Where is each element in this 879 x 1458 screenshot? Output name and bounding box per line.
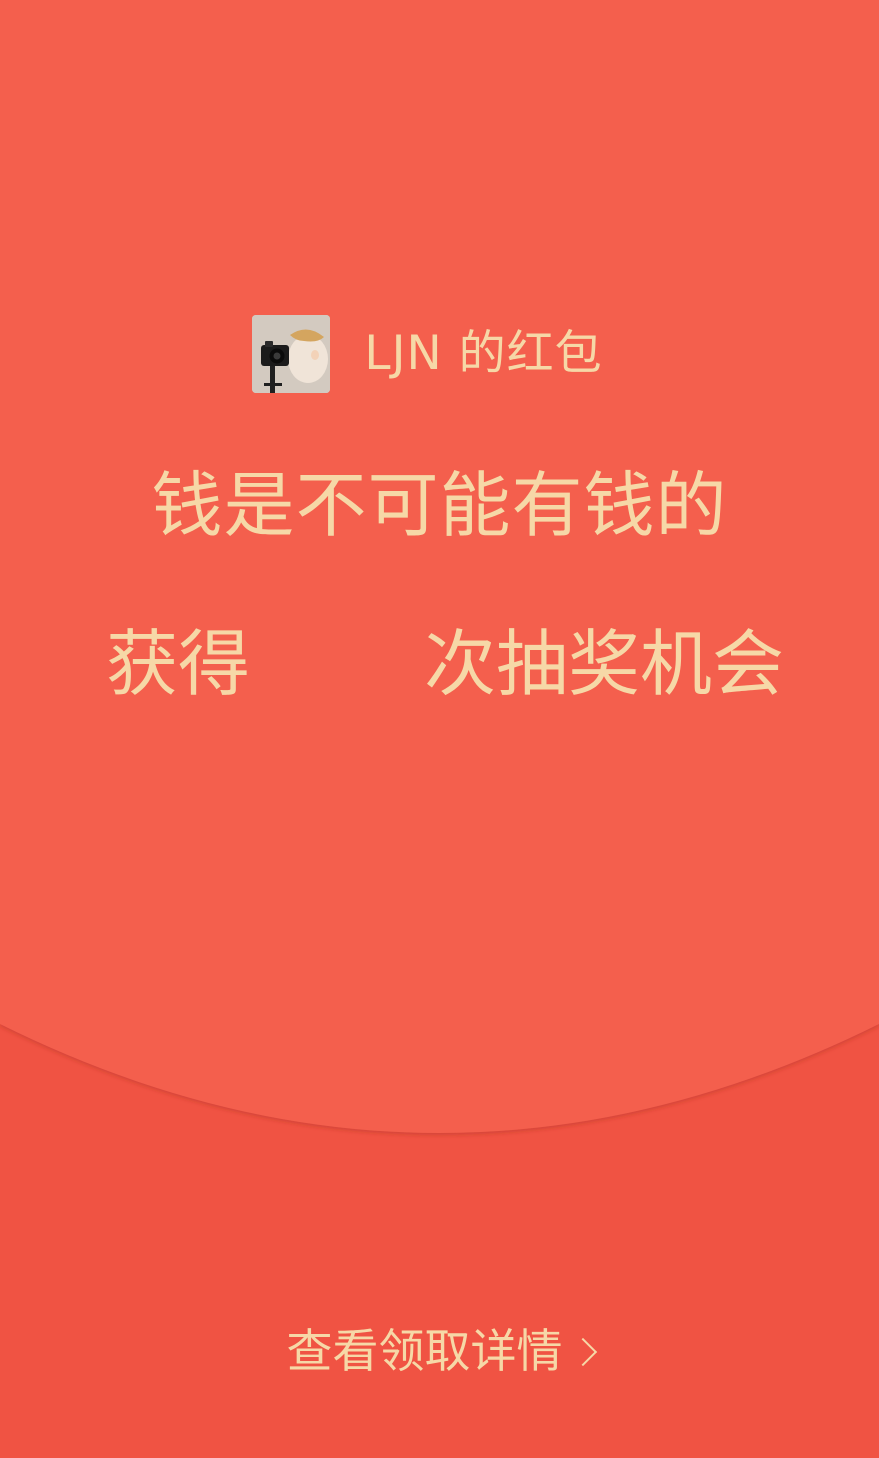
prize-prefix: 获得: [106, 622, 251, 706]
envelope-top-shape: [0, 0, 879, 1133]
view-details-label: 查看领取详情: [286, 1324, 563, 1378]
prize-suffix: 次抽奖机会: [424, 622, 785, 706]
avatar: [252, 315, 331, 393]
chevron-right-icon: [568, 1337, 597, 1367]
greeting-message: 钱是不可能有钱的: [151, 464, 728, 547]
sender-row: LJN 的红包: [0, 315, 879, 393]
sender-name: LJN 的红包: [364, 326, 603, 381]
view-details-link[interactable]: 查看领取详情: [0, 1316, 879, 1386]
red-envelope-screen: LJN 的红包 钱是不可能有钱的 获得 次抽奖机会 查看领取详情: [0, 0, 879, 1458]
avatar-photo-icon: [252, 315, 331, 393]
